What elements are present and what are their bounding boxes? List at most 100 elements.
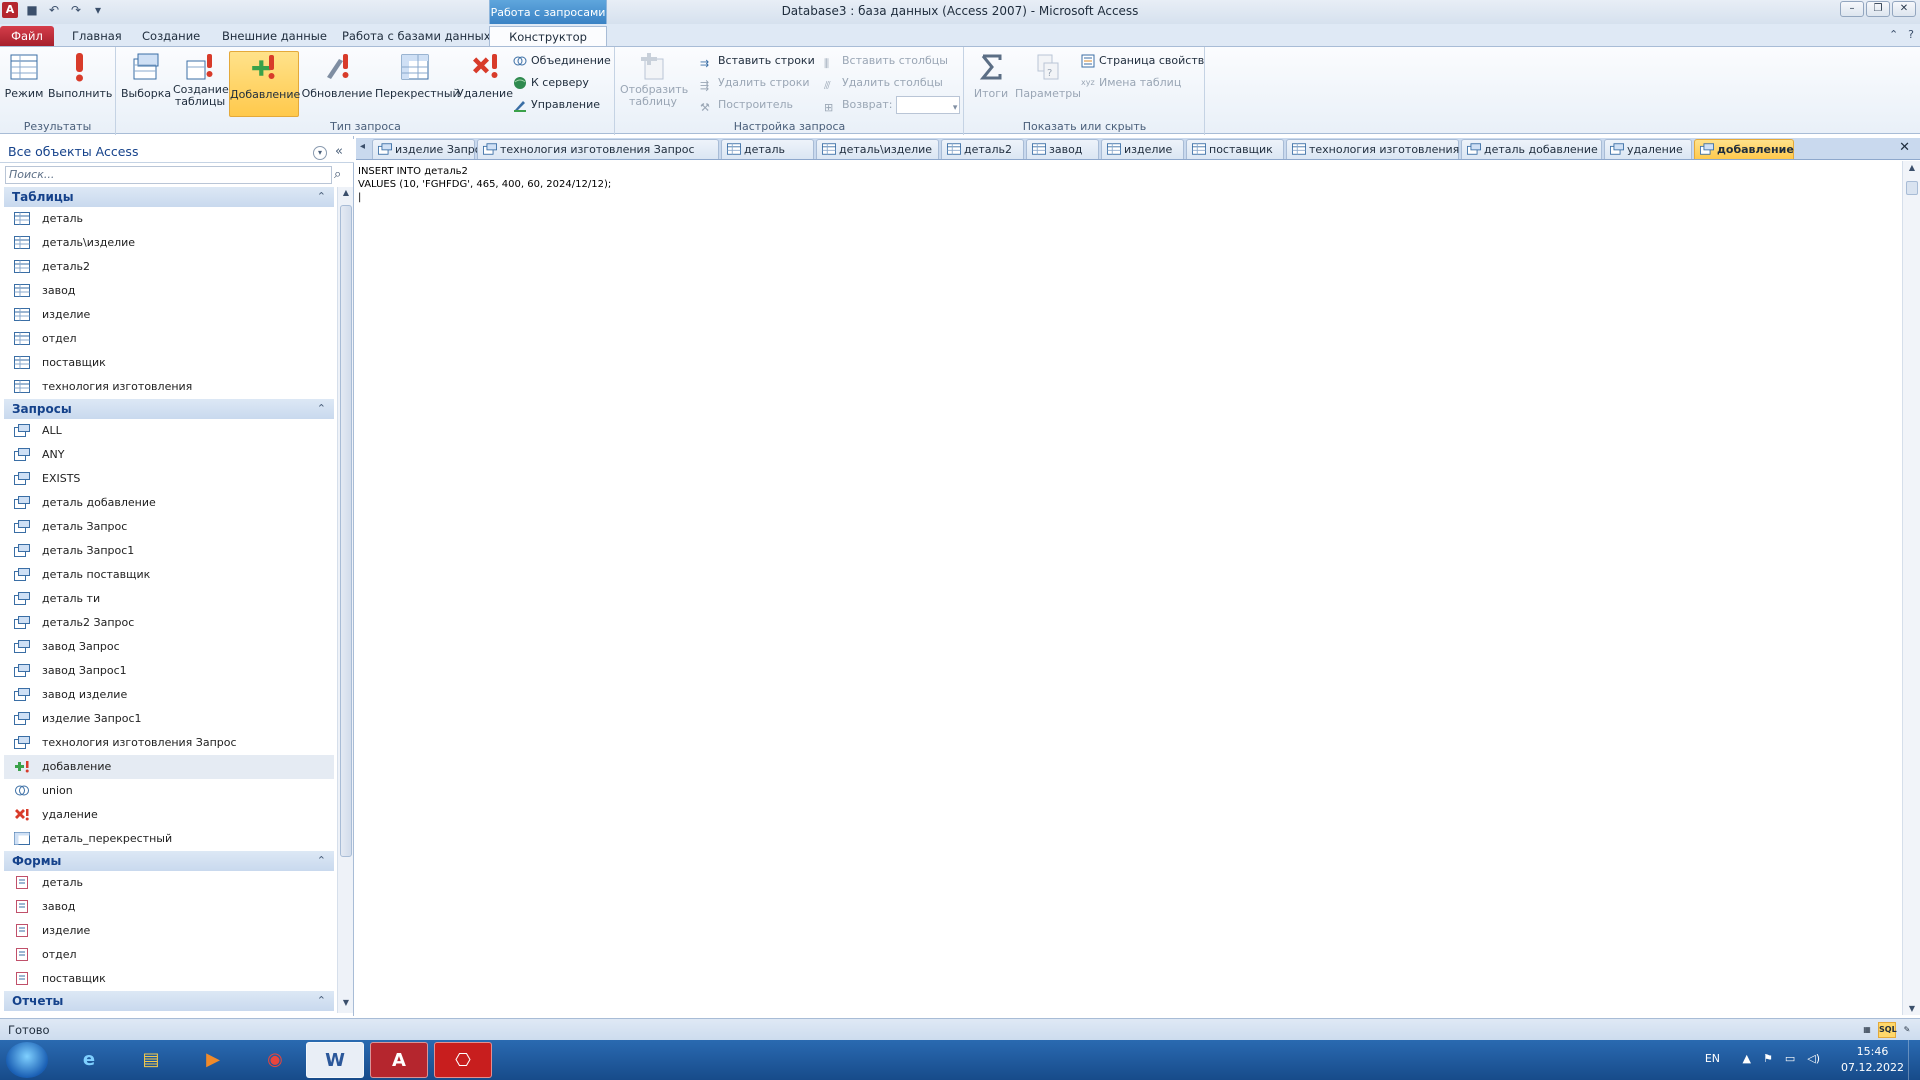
run-button[interactable]: Выполнить: [48, 51, 112, 115]
collapse-section-icon[interactable]: ⌃: [317, 991, 326, 1011]
delete-columns-button[interactable]: ⫻ Удалить столбцы: [824, 73, 943, 93]
minimize-button[interactable]: –: [1840, 1, 1864, 17]
nav-item-form[interactable]: деталь: [4, 871, 334, 895]
doc-tab[interactable]: удаление: [1604, 139, 1692, 159]
doc-tab[interactable]: изделие: [1101, 139, 1184, 159]
nav-item-table[interactable]: отдел: [4, 327, 334, 351]
nav-item-query[interactable]: завод изделие: [4, 683, 334, 707]
nav-item-query[interactable]: изделие Запрос1: [4, 707, 334, 731]
delete-query-button[interactable]: Удаление: [457, 51, 513, 115]
start-button-icon[interactable]: [6, 1042, 48, 1078]
scroll-up-icon[interactable]: ▲: [338, 188, 354, 202]
nav-section-report[interactable]: Отчеты ⌃: [4, 991, 334, 1011]
update-query-button[interactable]: Обновление: [301, 51, 373, 115]
tab-create[interactable]: Создание: [132, 26, 210, 46]
delete-rows-button[interactable]: ⇶ Удалить строки: [700, 73, 810, 93]
nav-item-table[interactable]: деталь2: [4, 255, 334, 279]
design-view-icon[interactable]: ✎: [1898, 1022, 1916, 1038]
nav-item-query[interactable]: ALL: [4, 419, 334, 443]
return-combo[interactable]: [896, 96, 961, 118]
nav-section-table[interactable]: Таблицы ⌃: [4, 187, 334, 207]
nav-item-query[interactable]: EXISTS: [4, 467, 334, 491]
collapse-section-icon[interactable]: ⌃: [317, 399, 326, 419]
nav-section-query[interactable]: Запросы ⌃: [4, 399, 334, 419]
clock[interactable]: 15:46 07.12.2022: [1841, 1044, 1904, 1076]
nav-item-table[interactable]: технология изготовления: [4, 375, 334, 399]
collapse-section-icon[interactable]: ⌃: [317, 851, 326, 871]
nav-item-query[interactable]: ANY: [4, 443, 334, 467]
editor-scroll-up-icon[interactable]: ▲: [1903, 163, 1920, 172]
nav-scrollbar[interactable]: ▲ ▼: [337, 187, 353, 1013]
nav-item-query[interactable]: деталь поставщик: [4, 563, 334, 587]
network-icon[interactable]: ▭: [1785, 1052, 1795, 1065]
nav-item-query[interactable]: технология изготовления Запрос: [4, 731, 334, 755]
nav-item-query[interactable]: union: [4, 779, 334, 803]
show-table-button[interactable]: Отобразить таблицу: [620, 51, 688, 115]
internet-explorer-icon[interactable]: e: [60, 1042, 118, 1078]
nav-item-form[interactable]: отдел: [4, 943, 334, 967]
acrobat-icon[interactable]: ⎔: [434, 1042, 492, 1078]
doc-tab[interactable]: технология изготовления: [1286, 139, 1459, 159]
collapse-nav-icon[interactable]: «: [335, 144, 343, 159]
nav-scroll-thumb[interactable]: [340, 205, 352, 857]
nav-menu-dropdown-icon[interactable]: ▾: [313, 146, 327, 160]
nav-item-table[interactable]: завод: [4, 279, 334, 303]
make-table-button[interactable]: Создание таблицы: [173, 51, 229, 115]
nav-item-query[interactable]: добавление: [4, 755, 334, 779]
sql-view-button[interactable]: SQL: [1878, 1022, 1897, 1038]
parameters-button[interactable]: ? Параметры: [1015, 51, 1081, 115]
help-icon[interactable]: ?: [1908, 28, 1914, 41]
nav-item-query[interactable]: деталь2 Запрос: [4, 611, 334, 635]
sql-editor[interactable]: INSERT INTO деталь2 VALUES (10, 'FGHFDG'…: [356, 161, 1902, 1015]
language-indicator[interactable]: EN: [1705, 1052, 1720, 1065]
insert-columns-button[interactable]: ⫼ Вставить столбцы: [824, 51, 948, 71]
show-hidden-icons-icon[interactable]: ▲: [1742, 1052, 1750, 1065]
doc-tab[interactable]: деталь2: [941, 139, 1024, 159]
search-icon[interactable]: ⌕: [334, 167, 341, 182]
pass-through-query-button[interactable]: К серверу: [513, 73, 589, 93]
show-desktop-button[interactable]: [1908, 1040, 1920, 1080]
doc-tab[interactable]: деталь добавление: [1461, 139, 1602, 159]
tab-file[interactable]: Файл: [0, 26, 54, 46]
nav-item-query[interactable]: деталь_перекрестный: [4, 827, 334, 851]
nav-item-query[interactable]: завод Запрос1: [4, 659, 334, 683]
nav-item-report[interactable]: деталь: [4, 1011, 334, 1013]
nav-item-query[interactable]: деталь Запрос1: [4, 539, 334, 563]
builder-button[interactable]: ⚒ Построитель: [700, 95, 793, 115]
tab-home[interactable]: Главная: [62, 26, 132, 46]
maximize-button[interactable]: ❐: [1866, 1, 1890, 17]
union-query-button[interactable]: Объединение: [513, 51, 611, 71]
table-names-button[interactable]: xyz Имена таблиц: [1081, 73, 1181, 93]
editor-scroll-down-icon[interactable]: ▼: [1903, 1004, 1920, 1013]
nav-item-query[interactable]: деталь Запрос: [4, 515, 334, 539]
nav-item-form[interactable]: поставщик: [4, 967, 334, 991]
property-sheet-button[interactable]: Страница свойств: [1081, 51, 1204, 71]
doc-tab[interactable]: добавление: [1694, 139, 1794, 159]
append-query-button[interactable]: Добавление: [229, 51, 300, 117]
doc-tab[interactable]: деталь\изделие: [816, 139, 939, 159]
nav-item-table[interactable]: деталь\изделие: [4, 231, 334, 255]
nav-item-query[interactable]: деталь добавление: [4, 491, 334, 515]
tab-database-tools[interactable]: Работа с базами данных: [332, 26, 501, 46]
doc-tab[interactable]: завод: [1026, 139, 1099, 159]
editor-scroll-thumb[interactable]: [1906, 181, 1918, 195]
nav-item-query[interactable]: удаление: [4, 803, 334, 827]
crosstab-query-button[interactable]: Перекрестный: [375, 51, 460, 115]
insert-rows-button[interactable]: ⇉ Вставить строки: [700, 51, 815, 71]
action-center-flag-icon[interactable]: ⚑: [1763, 1052, 1773, 1065]
datasheet-view-icon[interactable]: ▦: [1858, 1022, 1876, 1038]
volume-icon[interactable]: ◁): [1807, 1052, 1820, 1065]
totals-button[interactable]: Итоги: [969, 51, 1013, 115]
tab-external-data[interactable]: Внешние данные: [212, 26, 337, 46]
tab-scroll-left-icon[interactable]: ◂: [360, 141, 365, 152]
nav-search-input[interactable]: Поиск...: [5, 166, 332, 184]
nav-header[interactable]: Все объекты Access ▾ «: [0, 139, 354, 163]
nav-item-form[interactable]: завод: [4, 895, 334, 919]
select-query-button[interactable]: Выборка: [121, 51, 171, 115]
data-definition-query-button[interactable]: Управление: [513, 95, 600, 115]
editor-scrollbar[interactable]: ▲ ▼: [1902, 161, 1920, 1015]
file-explorer-icon[interactable]: ▤: [122, 1042, 180, 1078]
nav-item-table[interactable]: изделие: [4, 303, 334, 327]
nav-item-table[interactable]: поставщик: [4, 351, 334, 375]
close-document-icon[interactable]: ✕: [1899, 140, 1910, 155]
